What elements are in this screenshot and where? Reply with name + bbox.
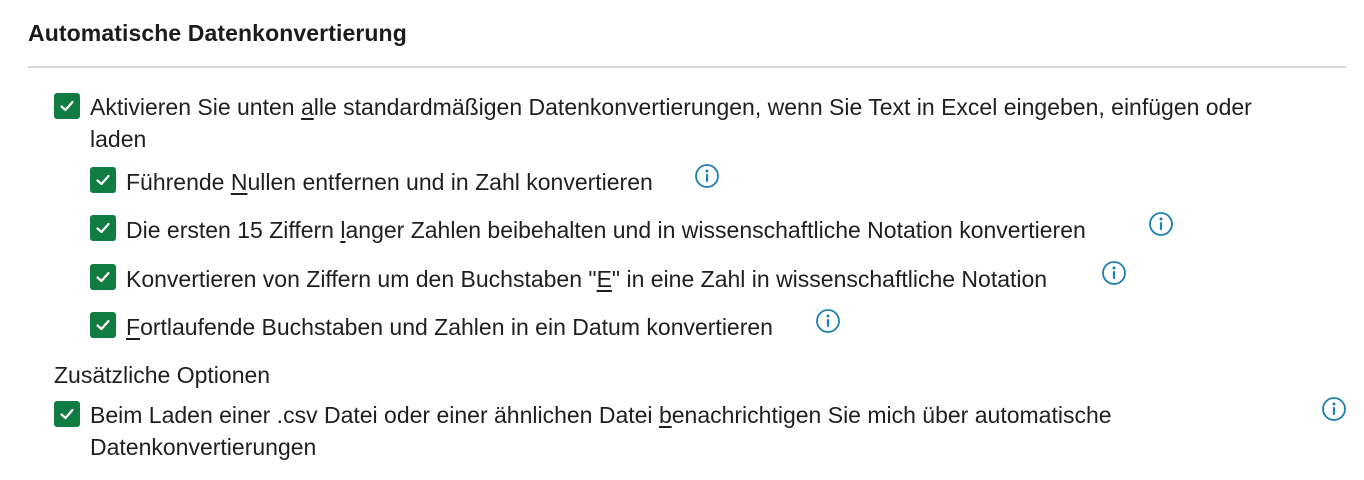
section-divider	[28, 66, 1346, 68]
convert-to-date-label: Fortlaufende Buchstaben und Zahlen in ei…	[126, 314, 773, 340]
enable-all-conversions-label-line2: laden	[90, 126, 147, 152]
csv-notify-label: Beim Laden einer .csv Datei oder einer ä…	[90, 402, 1112, 428]
csv-notify-checkbox[interactable]	[54, 401, 80, 427]
check-icon	[96, 319, 110, 331]
info-icon[interactable]	[1101, 260, 1127, 286]
keep-15-digits-checkbox[interactable]	[90, 215, 116, 241]
info-icon[interactable]	[1321, 396, 1347, 422]
convert-letter-e-label: Konvertieren von Ziffern um den Buchstab…	[126, 266, 1048, 292]
keep-15-digits-label: Die ersten 15 Ziffern langer Zahlen beib…	[126, 217, 1086, 243]
section-title: Automatische Datenkonvertierung	[28, 20, 407, 46]
enable-all-conversions-label: Aktivieren Sie unten alle standardmäßige…	[90, 94, 1252, 120]
additional-options-heading: Zusätzliche Optionen	[54, 362, 271, 388]
check-icon	[96, 271, 110, 283]
check-icon	[60, 408, 74, 420]
convert-to-date-checkbox[interactable]	[90, 312, 116, 338]
convert-letter-e-checkbox[interactable]	[90, 264, 116, 290]
enable-all-conversions-checkbox[interactable]	[54, 93, 80, 119]
check-icon	[96, 174, 110, 186]
info-icon[interactable]	[815, 308, 841, 334]
csv-notify-label-line2: Datenkonvertierungen	[90, 434, 317, 460]
info-icon[interactable]	[694, 163, 720, 189]
remove-leading-zeros-label: Führende Nullen entfernen und in Zahl ko…	[126, 169, 653, 195]
check-icon	[60, 100, 74, 112]
remove-leading-zeros-checkbox[interactable]	[90, 167, 116, 193]
check-icon	[96, 222, 110, 234]
info-icon[interactable]	[1148, 211, 1174, 237]
